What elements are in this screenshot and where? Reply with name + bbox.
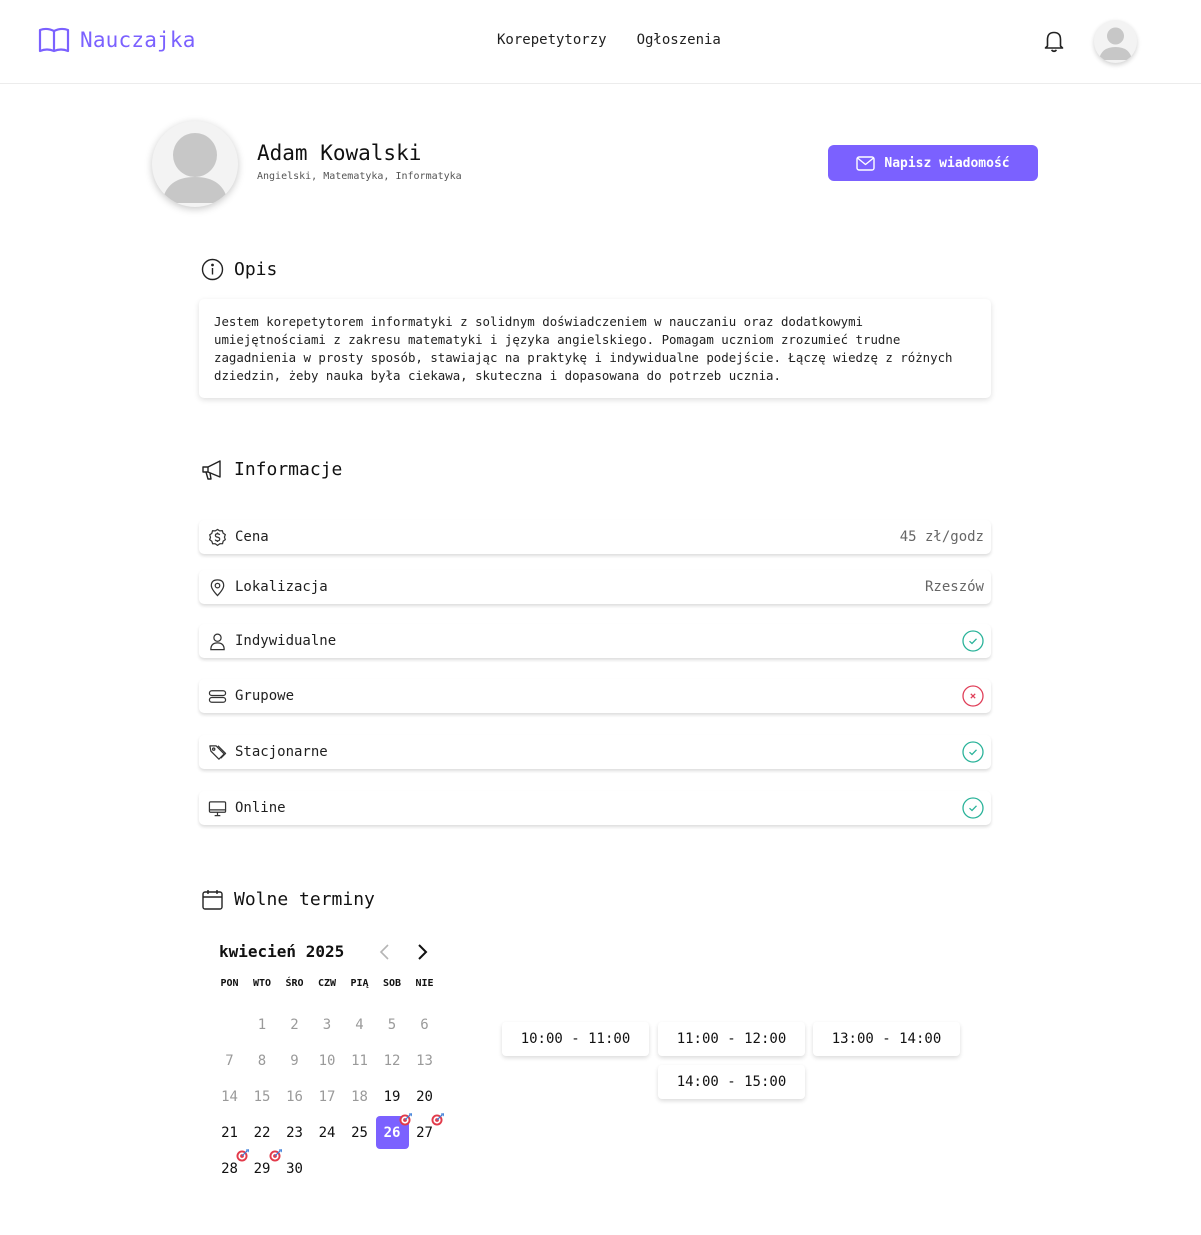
calendar-day: 15 <box>253 1088 271 1105</box>
calendar-day: 6 <box>420 1016 429 1033</box>
calendar-day: 13 <box>416 1052 433 1069</box>
envelope-icon <box>856 155 876 171</box>
calendar-day: 16 <box>286 1088 303 1105</box>
profile-name: Adam Kowalski <box>257 141 422 165</box>
weekday-header: ŚRO <box>285 978 304 989</box>
info-circle-icon <box>201 258 224 281</box>
info-heading: Informacje <box>201 458 342 481</box>
chevron-left-icon[interactable] <box>377 942 393 962</box>
tag-icon <box>208 744 226 760</box>
profile-avatar <box>152 121 238 207</box>
calendar-day: 5 <box>387 1016 397 1033</box>
nav-tutors[interactable]: Korepetytorzy <box>497 32 607 48</box>
info-row-location: Lokalizacja Rzeszów <box>199 570 991 604</box>
calendar-month-label: kwiecień 2025 <box>219 942 345 961</box>
calendar-day: 8 <box>257 1052 267 1069</box>
group-icon <box>208 689 226 703</box>
calendar-day: 18 <box>351 1088 368 1105</box>
user-icon <box>209 632 225 650</box>
weekday-header: WTO <box>252 978 272 989</box>
send-message-button[interactable]: Napisz wiadomość <box>828 145 1038 181</box>
info-row-individual: Indywidualne <box>199 624 991 658</box>
calendar-day[interactable]: 29 <box>246 1149 282 1185</box>
target-icon <box>431 1113 444 1126</box>
calendar-day: 4 <box>355 1016 364 1033</box>
calendar-day[interactable]: 20 <box>408 1080 441 1113</box>
dollar-badge-icon <box>208 528 226 546</box>
weekday-header: PIĄ <box>350 978 369 989</box>
top-header: Nauczajka Korepetytorzy Ogłoszenia <box>0 0 1201 84</box>
schedule-heading: Wolne terminy <box>201 888 375 911</box>
avatar-placeholder-icon <box>162 133 228 203</box>
description-heading: Opis <box>201 258 277 281</box>
profile-subjects: Angielski, Matematyka, Informatyka <box>257 171 462 182</box>
calendar-day-selected[interactable]: 26 <box>375 1113 412 1149</box>
info-label-individual: Indywidualne <box>235 633 337 649</box>
megaphone-icon <box>202 460 221 480</box>
calendar-day: 7 <box>225 1052 234 1069</box>
calendar-day: 1 <box>257 1016 267 1033</box>
calendar-day: 17 <box>318 1088 336 1105</box>
info-value-location: Rzeszów <box>924 579 984 595</box>
info-row-price: Cena 45 zł/godz <box>199 520 991 554</box>
description-title: Opis <box>234 259 278 280</box>
calendar-day: 12 <box>383 1052 401 1069</box>
schedule-title: Wolne terminy <box>234 889 375 910</box>
description-card: Jestem korepetytorem informatyki z solid… <box>199 299 991 398</box>
calendar-day: 10 <box>318 1052 336 1069</box>
weekday-header: CZW <box>317 978 337 989</box>
info-label-price: Cena <box>235 529 269 545</box>
calendar-day: 9 <box>290 1052 299 1069</box>
user-avatar[interactable] <box>1094 20 1137 63</box>
calendar-day: 2 <box>290 1016 299 1033</box>
calendar-day[interactable]: 19 <box>376 1080 409 1113</box>
calendar-day: 3 <box>322 1016 332 1033</box>
calendar-day[interactable]: 24 <box>311 1116 344 1149</box>
check-circle-icon <box>962 741 984 763</box>
open-book-icon <box>38 27 70 53</box>
info-value-price: 45 zł/godz <box>899 529 984 545</box>
check-circle-icon <box>962 630 984 652</box>
map-pin-icon <box>210 578 224 596</box>
info-label-online: Online <box>235 800 286 816</box>
time-slot-button[interactable]: 13:00 - 14:00 <box>813 1022 960 1056</box>
info-row-group: Grupowe <box>199 679 991 713</box>
avatar-placeholder-icon <box>1099 27 1132 60</box>
description-text: Jestem korepetytorem informatyki z solid… <box>214 314 953 383</box>
info-row-stationary: Stacjonarne <box>199 735 991 769</box>
bell-icon[interactable] <box>1043 29 1065 53</box>
info-label-group: Grupowe <box>235 688 295 704</box>
calendar-day[interactable]: 25 <box>343 1116 376 1149</box>
time-slot-button[interactable]: 11:00 - 12:00 <box>658 1022 805 1056</box>
time-slot-button[interactable]: 14:00 - 15:00 <box>658 1065 805 1099</box>
calendar-icon <box>202 890 223 910</box>
main-nav: Korepetytorzy Ogłoszenia <box>497 32 721 48</box>
chevron-right-icon[interactable] <box>414 942 430 962</box>
time-slot-button[interactable]: 10:00 - 11:00 <box>502 1022 649 1056</box>
calendar-day[interactable]: 28 <box>213 1149 249 1185</box>
calendar-day[interactable]: 23 <box>278 1116 311 1149</box>
info-label-location: Lokalizacja <box>235 579 328 595</box>
send-message-label: Napisz wiadomość <box>884 155 1010 171</box>
calendar-day: 11 <box>351 1052 368 1069</box>
calendar-day[interactable]: 27 <box>408 1113 444 1149</box>
x-circle-icon <box>962 685 984 707</box>
calendar-day: 14 <box>221 1088 238 1105</box>
weekday-header: NIE <box>415 978 434 989</box>
info-row-online: Online <box>199 791 991 825</box>
monitor-icon <box>208 800 226 816</box>
calendar-day[interactable]: 22 <box>246 1116 279 1149</box>
brand-logo[interactable]: Nauczajka <box>38 26 196 54</box>
check-circle-icon <box>962 797 984 819</box>
nav-announcements[interactable]: Ogłoszenia <box>637 32 721 48</box>
calendar-day[interactable]: 21 <box>213 1116 246 1149</box>
calendar-day[interactable]: 30 <box>278 1152 311 1185</box>
weekday-header: SOB <box>382 978 402 989</box>
info-label-stationary: Stacjonarne <box>235 744 328 760</box>
brand-name: Nauczajka <box>80 28 196 52</box>
weekday-header: PON <box>220 978 239 989</box>
info-title: Informacje <box>234 459 343 480</box>
